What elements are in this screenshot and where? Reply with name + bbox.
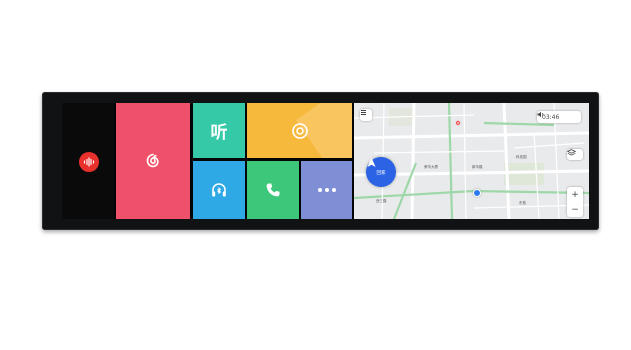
phone-icon [266, 183, 280, 197]
listen-label: 听 [210, 123, 228, 143]
place-label: 东苑 [519, 201, 526, 205]
map-layers-button[interactable] [567, 149, 583, 160]
zoom-in-button[interactable]: + [571, 190, 579, 200]
voice-wave-icon [83, 157, 95, 167]
place-label: 科技园 [516, 155, 527, 159]
navigation-map[interactable]: 荣华大厦 新华路 科技园 西三路 东苑 03:46 + − 回家 [354, 103, 589, 219]
map-menu-button[interactable] [360, 109, 372, 121]
radio-target-icon [291, 122, 308, 139]
list-menu-icon [361, 110, 366, 115]
navigate-home-button[interactable]: 回家 [366, 157, 396, 187]
left-voice-strip [62, 103, 114, 219]
place-label: 新华路 [472, 165, 483, 169]
netease-music-icon [146, 153, 159, 168]
bluetooth-headphones-icon [212, 183, 226, 197]
layers-icon [567, 149, 576, 156]
screen: 听 荣华大厦 新华路 科技园 西三路 东苑 03:46 + − 回家 [62, 103, 589, 219]
listen-tile[interactable]: 听 [193, 103, 245, 158]
map-zoom-control[interactable]: + − [567, 187, 583, 217]
more-apps-tile[interactable] [301, 161, 352, 219]
map-status-pill[interactable]: 03:46 [537, 111, 581, 123]
nav-badge-label: 回家 [376, 170, 386, 176]
music-tile[interactable] [116, 103, 190, 219]
bluetooth-music-tile[interactable] [193, 161, 245, 219]
place-label: 荣华大厦 [424, 165, 438, 169]
zoom-out-button[interactable]: − [571, 205, 579, 215]
volume-icon [537, 111, 544, 118]
phone-tile[interactable] [247, 161, 299, 219]
navigation-arrow-icon [367, 157, 376, 167]
more-dots-icon [317, 188, 336, 192]
radio-tile[interactable] [247, 103, 352, 158]
place-label: 西三路 [376, 199, 387, 203]
my-location-icon [473, 189, 481, 197]
car-display-device: 听 荣华大厦 新华路 科技园 西三路 东苑 03:46 + − 回家 [42, 92, 599, 230]
voice-assistant-button[interactable] [79, 152, 99, 172]
